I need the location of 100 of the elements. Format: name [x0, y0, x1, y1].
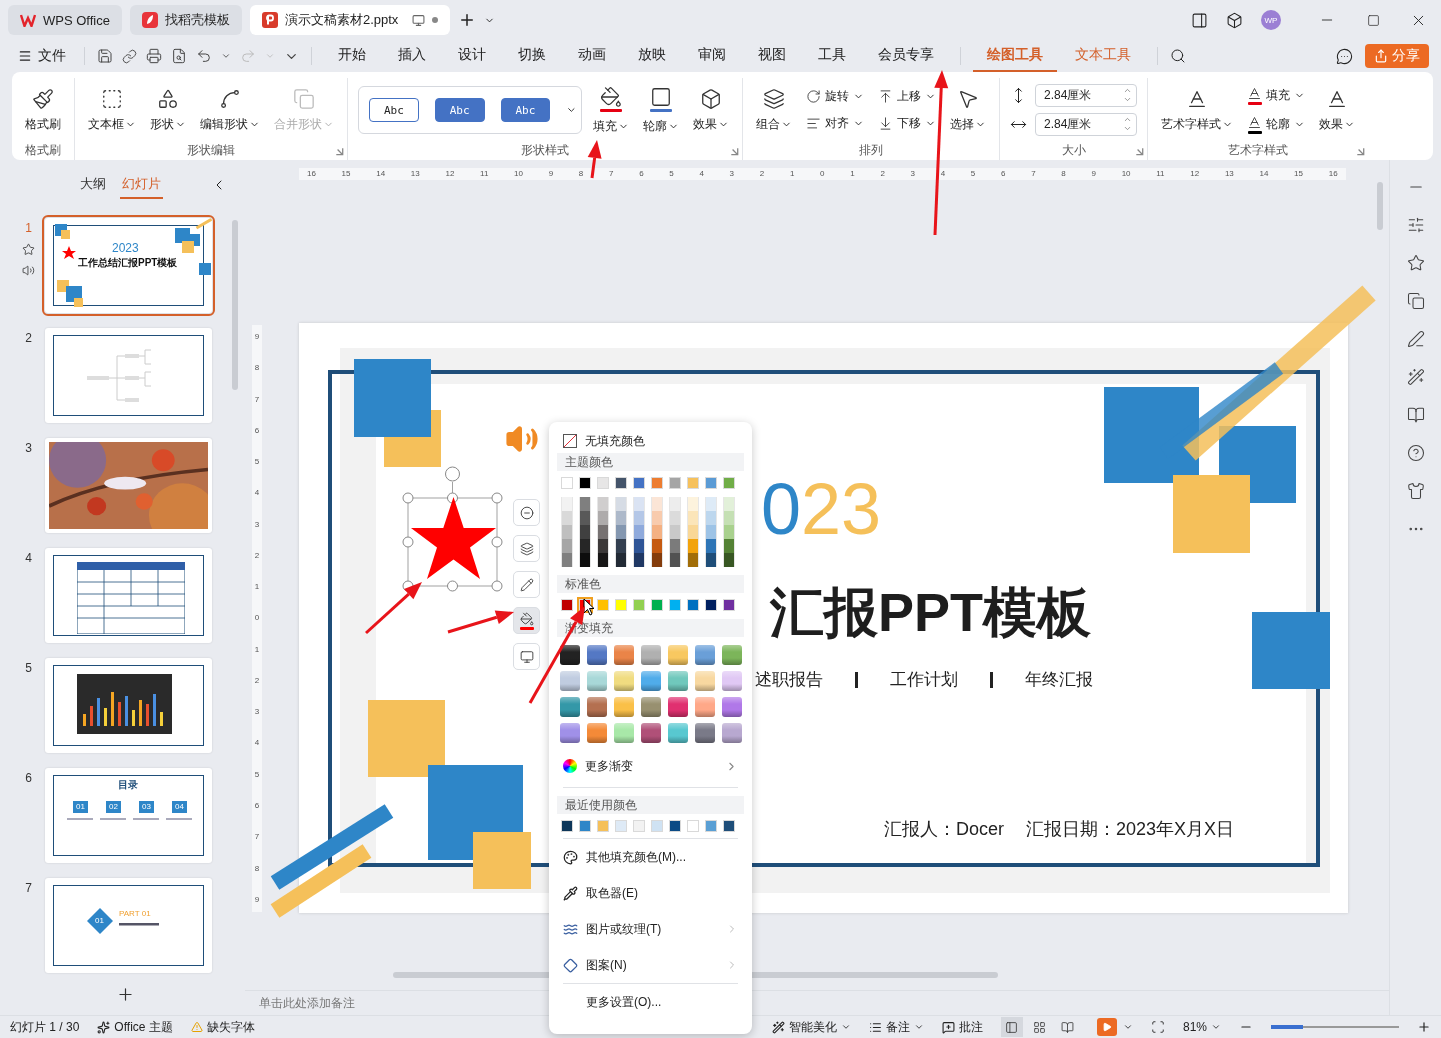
- ribbon-button[interactable]: 轮廓: [1244, 113, 1308, 136]
- year-text: 0: [761, 473, 802, 545]
- ruler-number: 12: [445, 170, 455, 178]
- ruler-number: 1: [254, 583, 260, 592]
- ribbon-button[interactable]: 组合: [753, 85, 795, 135]
- ribbon-button[interactable]: 形状: [147, 85, 189, 135]
- ribbon-tab[interactable]: 开始: [324, 40, 380, 72]
- ruler-number: 0: [820, 170, 825, 178]
- document-tab[interactable]: 演示文稿素材2.pptx: [249, 5, 451, 35]
- subtitle-text: 工作计划: [890, 669, 958, 691]
- ribbon-button[interactable]: 对齐: [803, 113, 867, 134]
- thumb-number: 03: [139, 801, 154, 813]
- document-tab[interactable]: WPS Office: [8, 5, 122, 35]
- menu-option[interactable]: 图片或纹理(T): [557, 911, 744, 947]
- shape-style[interactable]: Abc: [369, 98, 419, 122]
- ruler-number: 3: [729, 170, 735, 178]
- ribbon-button[interactable]: 文本框: [85, 85, 139, 135]
- ribbon-button[interactable]: 效果: [1316, 85, 1358, 135]
- shape-style[interactable]: Abc: [434, 98, 485, 122]
- ribbon-button[interactable]: 效果: [690, 85, 732, 135]
- ribbon-button[interactable]: 填充: [1244, 84, 1308, 107]
- beautify-button[interactable]: 智能美化: [771, 1018, 851, 1036]
- ribbon-button[interactable]: 上移: [875, 86, 939, 107]
- ribbon-button[interactable]: 选择: [947, 85, 989, 135]
- ruler-number: 6: [1001, 170, 1006, 178]
- slide-title: 汇报PPT模板: [770, 583, 1092, 643]
- ruler-number: 16: [1328, 170, 1338, 178]
- slide-thumbnail[interactable]: 2023 工作总结汇报PPT模板: [45, 218, 212, 313]
- ruler-number: 6: [639, 170, 644, 178]
- ruler-number: 6: [254, 802, 260, 810]
- ruler-number: 16: [307, 170, 316, 178]
- ruler-number: 1: [254, 645, 260, 654]
- more-gradients-option[interactable]: 更多渐变: [557, 751, 744, 781]
- menu-option[interactable]: 取色器(E): [557, 875, 744, 911]
- panel-tab[interactable]: 大纲: [78, 171, 108, 199]
- comments-button[interactable]: 批注: [941, 1018, 983, 1036]
- ribbon-button[interactable]: 编辑形状: [197, 85, 263, 135]
- group-label: 排列: [859, 142, 883, 159]
- subtitle-text: 年终汇报: [1025, 669, 1093, 691]
- thumb-part-label: PART 01: [119, 910, 151, 918]
- menu-option[interactable]: 更多设置(O)...: [557, 984, 744, 1020]
- ribbon-tab[interactable]: 审阅: [684, 40, 740, 72]
- theme-button[interactable]: Office 主题: [97, 1018, 173, 1036]
- ribbon-tab[interactable]: 动画: [564, 40, 620, 72]
- group-label: 形状样式: [521, 142, 569, 159]
- ruler-number: 0: [254, 614, 260, 623]
- ruler-number: 7: [254, 395, 260, 404]
- ribbon-button[interactable]: 轮廓: [640, 83, 682, 137]
- ruler-number: 2: [254, 676, 260, 685]
- notes-field[interactable]: 单击此处添加备注: [257, 995, 557, 1011]
- slide-thumbnail[interactable]: 01 PART 01: [45, 878, 212, 973]
- menu-option[interactable]: 图案(N): [557, 947, 744, 983]
- ruler-number: 4: [254, 739, 260, 748]
- group-label: 大小: [1061, 142, 1086, 159]
- ribbon-tab[interactable]: 切换: [504, 40, 560, 72]
- ribbon-tab[interactable]: 会员专享: [864, 40, 948, 72]
- ruler-number: 5: [254, 770, 260, 779]
- zoom-button[interactable]: 81%: [1182, 1020, 1221, 1034]
- group-label: 形状编辑: [187, 142, 235, 159]
- ribbon-tab[interactable]: 工具: [804, 40, 860, 72]
- ruler-number: 12: [1190, 170, 1200, 178]
- ruler-number: 9: [254, 895, 260, 904]
- no-fill-option[interactable]: 无填充颜色: [557, 431, 744, 451]
- date-text: 汇报日期：2023年X月X日: [1026, 818, 1235, 841]
- ruler-number: 15: [341, 170, 351, 178]
- slide-number: 6: [25, 771, 32, 785]
- subtitle-text: 述职报告: [755, 669, 823, 691]
- size-field[interactable]: 2.84厘米: [1035, 113, 1137, 136]
- ribbon-button[interactable]: 填充: [590, 83, 632, 137]
- missing-font-button[interactable]: 缺失字体: [190, 1018, 255, 1036]
- ruler-number: 7: [254, 833, 260, 842]
- ribbon-tab[interactable]: 放映: [624, 40, 680, 72]
- ruler-number: 13: [410, 170, 420, 178]
- slide-counter: 幻灯片 1 / 30: [10, 1018, 80, 1036]
- ribbon-button[interactable]: 格式刷: [22, 85, 64, 135]
- ribbon-tab[interactable]: 视图: [744, 40, 800, 72]
- ruler-number: 8: [1061, 170, 1066, 178]
- slide-number: 3: [25, 441, 32, 455]
- menu-option[interactable]: 其他填充颜色(M)...: [557, 839, 744, 875]
- slide-thumbnail[interactable]: 目录 01 02 03 04: [45, 768, 212, 863]
- ribbon-button[interactable]: 下移: [875, 113, 939, 134]
- ribbon-tab[interactable]: 设计: [444, 40, 500, 72]
- size-field[interactable]: 2.84厘米: [1035, 84, 1137, 107]
- ruler-number: 5: [970, 170, 976, 178]
- document-tab[interactable]: 找稻壳模板: [129, 5, 242, 35]
- ruler-number: 9: [254, 333, 260, 341]
- ruler-number: 3: [254, 708, 260, 717]
- section-heading: 最近使用颜色: [557, 796, 744, 814]
- ribbon-tab[interactable]: 插入: [384, 40, 440, 72]
- ruler-number: 11: [1156, 170, 1165, 178]
- shape-style[interactable]: Abc: [500, 98, 551, 122]
- ruler-number: 2: [759, 170, 765, 178]
- slide-number: 5: [25, 661, 32, 675]
- file-menu-button[interactable]: 文件: [12, 47, 72, 65]
- ruler-number: 10: [514, 170, 523, 178]
- thumb-number: 01: [73, 801, 88, 813]
- ribbon-button[interactable]: 旋转: [803, 86, 867, 107]
- ribbon-button[interactable]: 艺术字样式: [1158, 85, 1236, 135]
- ruler-number: 7: [1031, 170, 1036, 178]
- notes-button[interactable]: 备注: [868, 1018, 924, 1036]
